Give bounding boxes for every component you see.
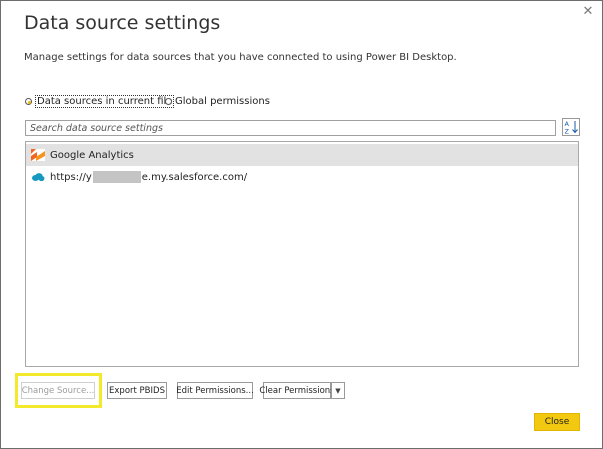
radio-current-file[interactable]: Data sources in current file: [25, 95, 175, 108]
sort-button[interactable]: A Z: [562, 118, 580, 136]
google-analytics-icon: [31, 149, 45, 161]
data-source-settings-dialog: ✕ Data source settings Manage settings f…: [0, 0, 603, 449]
redacted-block: [92, 171, 141, 183]
export-pbids-button[interactable]: Export PBIDS: [107, 382, 167, 399]
search-input[interactable]: [25, 120, 556, 136]
svg-text:Z: Z: [565, 128, 570, 136]
list-item-label: Google Analytics: [50, 149, 134, 161]
radio-selected-icon: [25, 98, 32, 105]
data-source-list: Google Analytics https://y e.my.salesforc…: [25, 141, 579, 367]
radio-global-permissions[interactable]: Global permissions: [165, 95, 270, 108]
edit-permissions-button[interactable]: Edit Permissions...: [176, 382, 254, 399]
dialog-title: Data source settings: [24, 12, 221, 34]
radio-unselected-icon: [165, 98, 172, 105]
list-item-google-analytics[interactable]: Google Analytics: [26, 144, 578, 166]
salesforce-cloud-icon: [32, 173, 45, 182]
list-item-label: https://y e.my.salesforce.com/: [50, 171, 247, 183]
sort-az-icon: A Z: [565, 120, 578, 136]
change-source-button[interactable]: Change Source...: [21, 382, 95, 399]
list-item-salesforce[interactable]: https://y e.my.salesforce.com/: [26, 166, 578, 188]
clear-permissions-button[interactable]: Clear Permissions: [259, 382, 335, 399]
close-icon[interactable]: ✕: [581, 5, 595, 19]
radio-global-permissions-label: Global permissions: [175, 96, 270, 107]
radio-current-file-label: Data sources in current file: [35, 95, 175, 108]
url-prefix: https://y: [50, 172, 92, 183]
close-button[interactable]: Close: [534, 413, 580, 431]
chevron-down-icon: ▼: [335, 386, 341, 395]
clear-permissions-dropdown[interactable]: ▼: [331, 382, 345, 399]
url-suffix: e.my.salesforce.com/: [141, 172, 248, 183]
dialog-description: Manage settings for data sources that yo…: [24, 52, 457, 63]
